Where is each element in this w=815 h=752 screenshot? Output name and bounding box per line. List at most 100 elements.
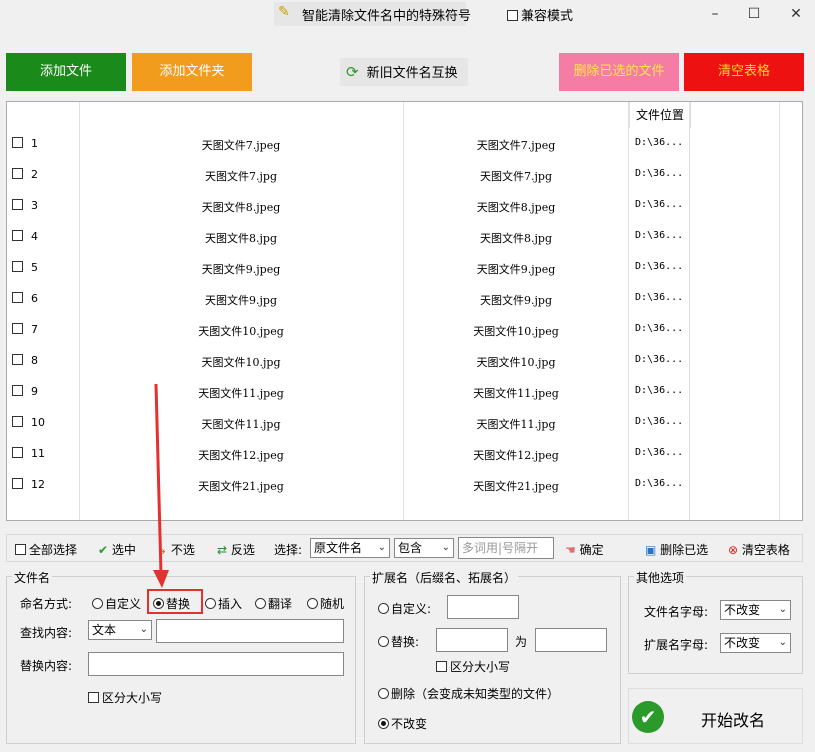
find-type-value: 文本 xyxy=(92,623,117,637)
file-location-cell: D:\36... xyxy=(635,354,684,365)
radio-circle[interactable] xyxy=(255,598,266,609)
ext-case-checkbox[interactable]: 区分大小写 xyxy=(436,658,510,675)
radio-circle[interactable] xyxy=(378,688,389,699)
add-file-button[interactable]: 添加文件 xyxy=(6,53,126,91)
ext-find-input[interactable] xyxy=(436,628,508,652)
confirm-button[interactable]: ☚ 确定 xyxy=(565,541,604,558)
check-button[interactable]: ✔ 选中 xyxy=(98,541,136,558)
checkbox-box[interactable] xyxy=(507,10,518,21)
radio-circle[interactable] xyxy=(92,598,103,609)
match-select[interactable]: 包含 ⌄ xyxy=(394,538,454,558)
table-row[interactable]: 6 天图文件9.jpg 天图文件9.jpg D:\36... xyxy=(7,283,802,314)
replace-content-label: 替换内容: xyxy=(20,659,73,673)
filename-case-checkbox[interactable]: 区分大小写 xyxy=(88,689,162,706)
column-header-location[interactable]: 文件位置 xyxy=(629,102,691,128)
ext-radio-nochange[interactable]: 不改变 xyxy=(378,715,427,732)
mode-radio-translate[interactable]: 翻译 xyxy=(255,595,292,612)
table-row[interactable]: 12 天图文件21.jpeg 天图文件21.jpeg D:\36... xyxy=(7,469,802,500)
keyword-input[interactable]: 多词用|号隔开 xyxy=(458,537,554,559)
mode-radio-custom[interactable]: 自定义 xyxy=(92,595,141,612)
file-location-cell: D:\36... xyxy=(635,478,684,489)
ext-radio-delete[interactable]: 删除（会变成未知类型的文件） xyxy=(378,685,559,702)
ext-letter-case-select[interactable]: 不改变 ⌄ xyxy=(720,633,791,653)
new-filename-cell: 天图文件8.jpeg xyxy=(476,201,556,214)
radio-circle[interactable] xyxy=(378,636,389,647)
ext-radio-replace[interactable]: 替换: xyxy=(378,633,419,650)
toolbar-delete-label: 删除已选 xyxy=(660,543,709,557)
row-index: 12 xyxy=(31,478,45,491)
table-row[interactable]: 9 天图文件11.jpeg 天图文件11.jpeg D:\36... xyxy=(7,376,802,407)
table-row[interactable]: 8 天图文件10.jpg 天图文件10.jpg D:\36... xyxy=(7,345,802,376)
invert-arrow-icon: ⇄ xyxy=(217,543,228,557)
mode-radio-insert[interactable]: 插入 xyxy=(205,595,242,612)
select-all-checkbox[interactable]: 全部选择 xyxy=(15,541,77,558)
file-location-cell: D:\36... xyxy=(635,168,684,179)
row-checkbox[interactable] xyxy=(12,385,23,396)
table-row[interactable]: 4 天图文件8.jpg 天图文件8.jpg D:\36... xyxy=(7,221,802,252)
find-type-select[interactable]: 文本 ⌄ xyxy=(88,620,152,640)
selection-toolbar: 全部选择 ✔ 选中 ↳ 不选 ⇄ 反选 选择: 原文件名 ⌄ 包含 ⌄ 多词用|号隔… xyxy=(6,534,803,562)
ext-radio-custom[interactable]: 自定义: xyxy=(378,600,431,617)
invert-label: 反选 xyxy=(230,543,255,557)
new-filename-cell: 天图文件7.jpg xyxy=(480,170,552,183)
table-row[interactable]: 11 天图文件12.jpeg 天图文件12.jpeg D:\36... xyxy=(7,438,802,469)
compat-mode-checkbox[interactable]: 兼容模式 xyxy=(507,5,573,24)
add-folder-button[interactable]: 添加文件夹 xyxy=(132,53,252,91)
row-checkbox[interactable] xyxy=(12,416,23,427)
checkbox-box[interactable] xyxy=(436,661,447,672)
match-select-value: 包含 xyxy=(398,541,423,555)
table-row[interactable]: 10 天图文件11.jpg 天图文件11.jpg D:\36... xyxy=(7,407,802,438)
row-checkbox[interactable] xyxy=(12,230,23,241)
row-checkbox[interactable] xyxy=(12,292,23,303)
row-checkbox[interactable] xyxy=(12,354,23,365)
checkbox-box[interactable] xyxy=(15,544,26,555)
original-filename-cell: 天图文件10.jpg xyxy=(201,356,281,369)
delete-selected-files-button[interactable]: 删除已选的文件 xyxy=(559,53,679,91)
replace-content-input[interactable] xyxy=(88,652,344,676)
toolbar-delete-selected-button[interactable]: ▣ 删除已选 xyxy=(645,541,708,558)
maximize-button[interactable]: ☐ xyxy=(734,2,774,26)
table-row[interactable]: 5 天图文件9.jpeg 天图文件9.jpeg D:\36... xyxy=(7,252,802,283)
row-checkbox[interactable] xyxy=(12,261,23,272)
checkbox-box[interactable] xyxy=(88,692,99,703)
row-checkbox[interactable] xyxy=(12,137,23,148)
toolbar-clear-table-button[interactable]: ⊗ 清空表格 xyxy=(728,541,790,558)
row-checkbox[interactable] xyxy=(12,199,23,210)
filename-letter-case-select[interactable]: 不改变 ⌄ xyxy=(720,600,791,620)
radio-circle[interactable] xyxy=(378,603,389,614)
invert-button[interactable]: ⇄ 反选 xyxy=(217,541,255,558)
radio-circle[interactable] xyxy=(307,598,318,609)
ext-replace-input[interactable] xyxy=(535,628,607,652)
clear-table-button[interactable]: 清空表格 xyxy=(684,53,804,91)
mode-radio-random[interactable]: 随机 xyxy=(307,595,344,612)
delete-doc-icon: ▣ xyxy=(645,543,657,557)
close-button[interactable]: ✕ xyxy=(776,2,815,26)
row-index: 10 xyxy=(31,416,45,429)
find-content-input[interactable] xyxy=(156,619,344,643)
row-checkbox[interactable] xyxy=(12,478,23,489)
ext-custom-input[interactable] xyxy=(447,595,519,619)
row-checkbox[interactable] xyxy=(12,447,23,458)
table-row[interactable]: 3 天图文件8.jpeg 天图文件8.jpeg D:\36... xyxy=(7,190,802,221)
swap-names-button[interactable]: ⟳ 新旧文件名互换 xyxy=(340,58,468,86)
magic-wand-icon: ✎ xyxy=(278,4,290,20)
table-row[interactable]: 1 天图文件7.jpeg 天图文件7.jpeg D:\36... xyxy=(7,128,802,159)
radio-circle[interactable] xyxy=(205,598,216,609)
row-checkbox[interactable] xyxy=(12,323,23,334)
new-filename-cell: 天图文件21.jpeg xyxy=(473,480,559,493)
minimize-button[interactable]: – xyxy=(695,2,735,26)
new-filename-cell: 天图文件10.jpeg xyxy=(473,325,559,338)
table-row[interactable]: 2 天图文件7.jpg 天图文件7.jpg D:\36... xyxy=(7,159,802,190)
start-rename-button[interactable]: ✔ 开始改名 xyxy=(628,688,803,744)
row-checkbox[interactable] xyxy=(12,168,23,179)
file-table[interactable]: 文件位置 1 天图文件7.jpeg 天图文件7.jpeg D:\36... 2 天图文件7… xyxy=(6,101,803,521)
table-row[interactable]: 7 天图文件10.jpeg 天图文件10.jpeg D:\36... xyxy=(7,314,802,345)
original-filename-cell: 天图文件8.jpeg xyxy=(201,201,281,214)
file-location-cell: D:\36... xyxy=(635,447,684,458)
ext-nochange-label: 不改变 xyxy=(391,717,428,731)
field-select[interactable]: 原文件名 ⌄ xyxy=(310,538,390,558)
file-location-cell: D:\36... xyxy=(635,230,684,241)
original-filename-cell: 天图文件9.jpg xyxy=(205,294,277,307)
uncheck-button[interactable]: ↳ 不选 xyxy=(157,541,195,558)
radio-circle-selected[interactable] xyxy=(378,718,389,729)
